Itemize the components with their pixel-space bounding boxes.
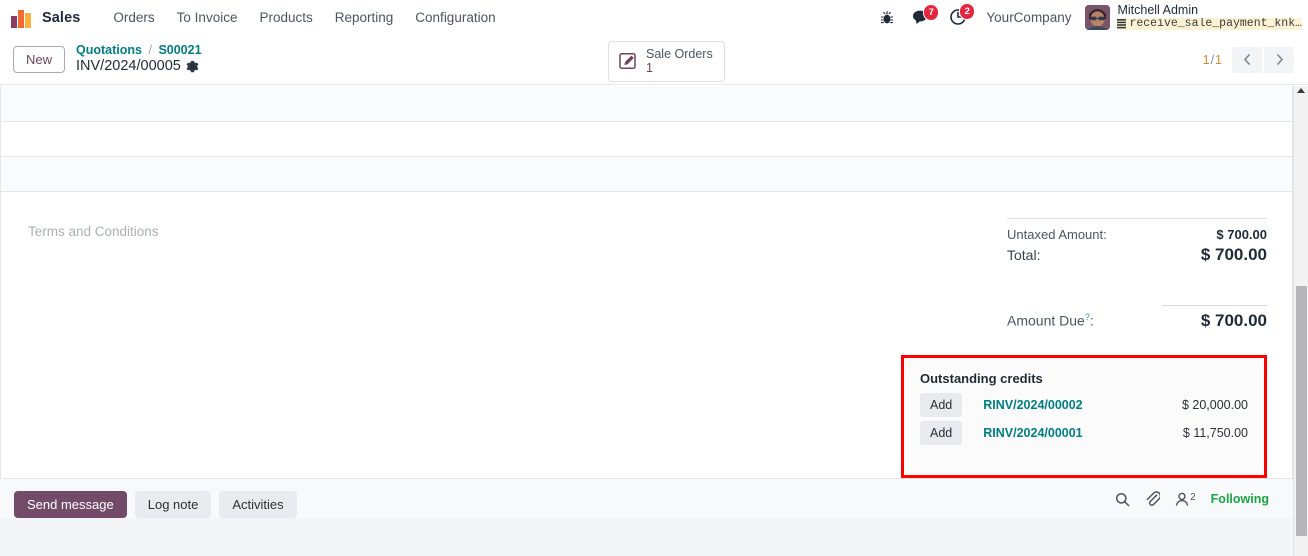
credit-amount-rinv-2024-00002: $ 20,000.00 xyxy=(1181,397,1248,412)
vertical-scrollbar[interactable] xyxy=(1293,86,1308,556)
stat-label: Sale Orders xyxy=(646,47,713,61)
form-scroll-area: Terms and Conditions Untaxed Amount: $ 7… xyxy=(0,86,1308,556)
pager-count[interactable]: 1/1 xyxy=(1203,53,1222,67)
table-cell xyxy=(1,156,1292,192)
user-menu[interactable]: Mitchell Admin receive_sale_payment_knk… xyxy=(1081,3,1302,32)
table-cell xyxy=(1,121,1292,157)
pager-current: 1 xyxy=(1202,52,1210,67)
chatter-buttons: Send message Log note Activities xyxy=(14,479,1279,518)
avatar[interactable] xyxy=(1085,4,1111,30)
messages-icon[interactable]: 7 xyxy=(903,4,940,25)
menu-item-reporting[interactable]: Reporting xyxy=(324,4,405,31)
send-message-button[interactable]: Send message xyxy=(14,491,127,518)
pager-next-button[interactable] xyxy=(1264,46,1294,73)
menu-item-orders[interactable]: Orders xyxy=(102,4,165,31)
terms-and-conditions-field[interactable]: Terms and Conditions xyxy=(1,206,1007,334)
activities-clock-icon[interactable]: 2 xyxy=(940,3,976,26)
pager-total: 1 xyxy=(1215,52,1222,67)
scrollbar-thumb[interactable] xyxy=(1296,286,1307,536)
total-label: Total: xyxy=(1007,246,1041,263)
new-button[interactable]: New xyxy=(13,46,66,73)
credit-link-rinv-2024-00001[interactable]: RINV/2024/00001 xyxy=(983,426,1082,440)
credit-link-rinv-2024-00002[interactable]: RINV/2024/00002 xyxy=(983,398,1082,412)
totals-block: Untaxed Amount: $ 700.00 Total: $ 700.00… xyxy=(1007,206,1267,334)
menu-item-configuration[interactable]: Configuration xyxy=(404,4,506,31)
table-row[interactable] xyxy=(1,121,1292,157)
totals-top-divider xyxy=(1007,217,1267,219)
gear-icon[interactable] xyxy=(186,60,199,73)
control-panel: New Quotations / S00021 INV/2024/00005 S… xyxy=(0,35,1308,85)
sale-orders-stat-button[interactable]: Sale Orders 1 xyxy=(608,41,725,82)
user-name: Mitchell Admin xyxy=(1117,2,1199,17)
credit-amount-rinv-2024-00001: $ 11,750.00 xyxy=(1182,425,1248,440)
untaxed-amount-row: Untaxed Amount: $ 700.00 xyxy=(1007,227,1267,242)
form-sheet: Terms and Conditions Untaxed Amount: $ 7… xyxy=(0,86,1293,479)
chevron-left-icon xyxy=(1243,53,1250,66)
attachment-paperclip-icon[interactable] xyxy=(1145,491,1161,507)
database-label: receive_sale_payment_knk… xyxy=(1129,17,1302,30)
stat-value: 1 xyxy=(646,61,653,76)
stat-text: Sale Orders 1 xyxy=(646,47,713,76)
breadcrumb: Quotations / S00021 INV/2024/00005 xyxy=(76,43,202,75)
person-icon xyxy=(1176,492,1189,506)
odoo-sales-logo-icon[interactable] xyxy=(11,8,33,28)
page-title: INV/2024/00005 xyxy=(76,58,181,75)
amount-due-text: Amount Due xyxy=(1007,312,1085,329)
outstanding-credit-row: Add RINV/2024/00001 $ 11,750.00 xyxy=(920,420,1248,445)
activities-badge: 2 xyxy=(959,3,976,20)
breadcrumb-separator: / xyxy=(148,43,152,58)
breadcrumb-item-quotations[interactable]: Quotations xyxy=(76,43,142,57)
table-row[interactable] xyxy=(1,86,1292,122)
amount-due-row: Amount Due?: $ 700.00 xyxy=(1007,304,1267,331)
breadcrumb-links: Quotations / S00021 xyxy=(76,43,202,58)
followers-button[interactable]: 2 xyxy=(1175,492,1196,507)
breadcrumb-item-s00021[interactable]: S00021 xyxy=(158,43,201,57)
log-note-button[interactable]: Log note xyxy=(134,491,212,518)
record-title-row: INV/2024/00005 xyxy=(76,58,202,75)
chatter-right-tools: 2 Following xyxy=(1115,491,1269,507)
amount-due-colon: : xyxy=(1089,312,1094,329)
pager-previous-button[interactable] xyxy=(1232,46,1262,73)
untaxed-amount-label: Untaxed Amount: xyxy=(1007,226,1107,242)
add-credit-button-rinv-2024-00001[interactable]: Add xyxy=(920,420,963,445)
table-cell xyxy=(1,86,1292,122)
outstanding-credit-row: Add RINV/2024/00002 $ 20,000.00 xyxy=(920,392,1248,417)
outstanding-credits-panel: Outstanding credits Add RINV/2024/00002 … xyxy=(901,354,1267,478)
chatter: Send message Log note Activities 2 Follo… xyxy=(0,479,1293,518)
order-lines-table xyxy=(1,86,1292,192)
scroll-up-arrow-icon[interactable] xyxy=(1297,88,1305,93)
pager-sep: / xyxy=(1210,52,1215,67)
add-credit-button-rinv-2024-00002[interactable]: Add xyxy=(920,392,963,417)
pager: 1/1 xyxy=(1203,46,1308,73)
top-navbar: Sales Orders To Invoice Products Reporti… xyxy=(0,0,1308,35)
follower-count: 2 xyxy=(1190,491,1196,503)
menu-item-products[interactable]: Products xyxy=(248,4,323,31)
following-status[interactable]: Following xyxy=(1211,492,1269,506)
main-menu: Orders To Invoice Products Reporting Con… xyxy=(102,4,506,31)
total-value: $ 700.00 xyxy=(1200,244,1267,264)
navbar-right: 7 2 YourCompany Mitchell Admin receive_s… xyxy=(871,3,1308,32)
terms-placeholder: Terms and Conditions xyxy=(28,223,159,239)
pencil-square-icon xyxy=(619,53,636,70)
total-row: Total: $ 700.00 xyxy=(1007,245,1267,265)
bug-icon[interactable] xyxy=(871,10,903,25)
sheet-footer: Terms and Conditions Untaxed Amount: $ 7… xyxy=(1,192,1292,334)
chevron-right-icon xyxy=(1276,53,1283,66)
user-text: Mitchell Admin receive_sale_payment_knk… xyxy=(1117,3,1302,32)
activities-button[interactable]: Activities xyxy=(219,491,297,518)
outstanding-credits-title: Outstanding credits xyxy=(920,370,1043,386)
messages-badge: 7 xyxy=(923,4,940,21)
company-selector[interactable]: YourCompany xyxy=(976,10,1081,25)
database-icon xyxy=(1117,18,1127,29)
search-icon[interactable] xyxy=(1115,492,1130,507)
untaxed-amount-value: $ 700.00 xyxy=(1216,226,1267,242)
amount-due-value: $ 700.00 xyxy=(1162,304,1267,331)
menu-item-to-invoice[interactable]: To Invoice xyxy=(166,4,249,31)
stat-buttons: Sale Orders 1 xyxy=(608,41,725,82)
brand-name[interactable]: Sales xyxy=(42,10,80,26)
table-row[interactable] xyxy=(1,156,1292,192)
amount-due-label: Amount Due?: xyxy=(1007,312,1094,329)
database-name: receive_sale_payment_knk… xyxy=(1117,17,1302,31)
